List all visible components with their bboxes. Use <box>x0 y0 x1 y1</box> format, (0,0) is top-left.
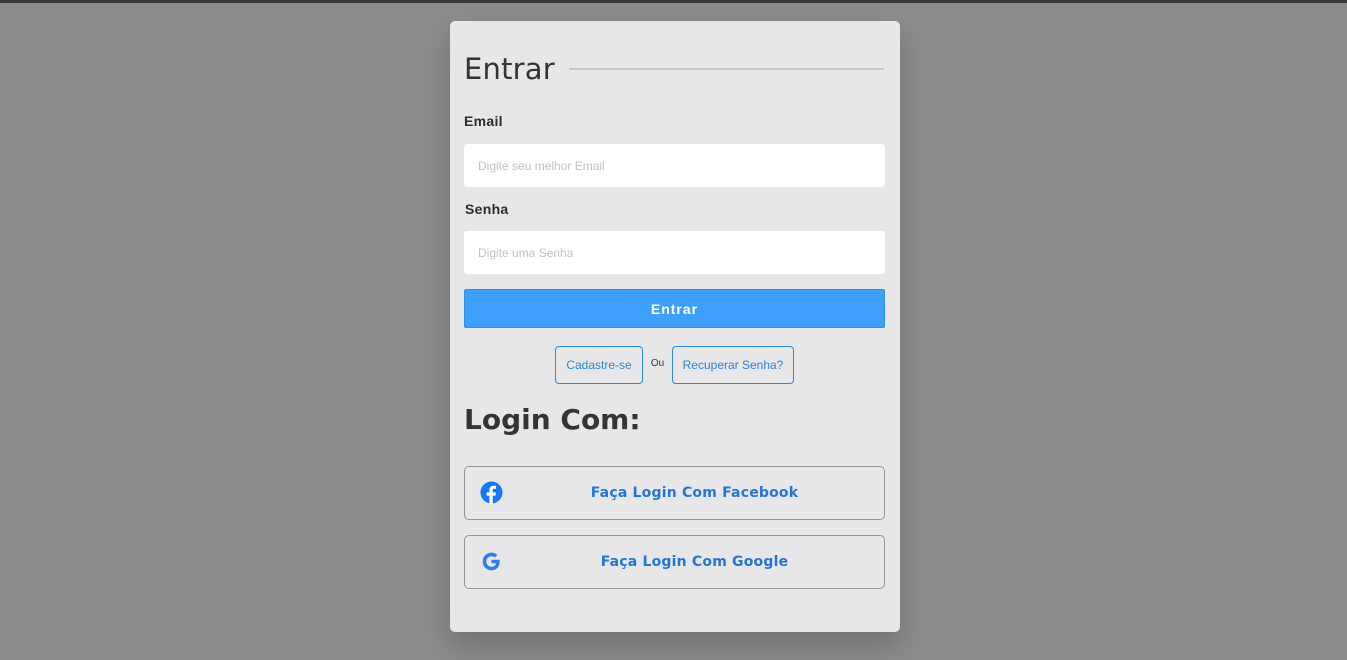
password-field[interactable] <box>464 231 885 274</box>
browser-top-edge <box>0 0 1347 3</box>
page-title: Entrar <box>464 52 555 86</box>
heading-divider <box>568 68 884 70</box>
register-button[interactable]: Cadastre-se <box>555 346 643 384</box>
login-card: Entrar Email Senha Entrar Cadastre-se Ou… <box>450 21 900 632</box>
facebook-login-button[interactable]: Faça Login Com Facebook <box>464 466 885 520</box>
login-submit-button[interactable]: Entrar <box>464 289 885 328</box>
facebook-icon <box>480 481 503 504</box>
email-field[interactable] <box>464 144 885 187</box>
google-icon <box>480 550 503 573</box>
google-login-button[interactable]: Faça Login Com Google <box>464 535 885 589</box>
login-heading-row: Entrar <box>464 49 884 89</box>
or-separator: Ou <box>650 358 665 369</box>
recover-password-button[interactable]: Recuperar Senha? <box>672 346 794 384</box>
social-login-heading: Login Com: <box>464 403 641 436</box>
google-login-label: Faça Login Com Google <box>600 554 789 570</box>
password-label: Senha <box>465 201 509 217</box>
email-label: Email <box>464 113 503 129</box>
facebook-login-label: Faça Login Com Facebook <box>590 485 799 501</box>
